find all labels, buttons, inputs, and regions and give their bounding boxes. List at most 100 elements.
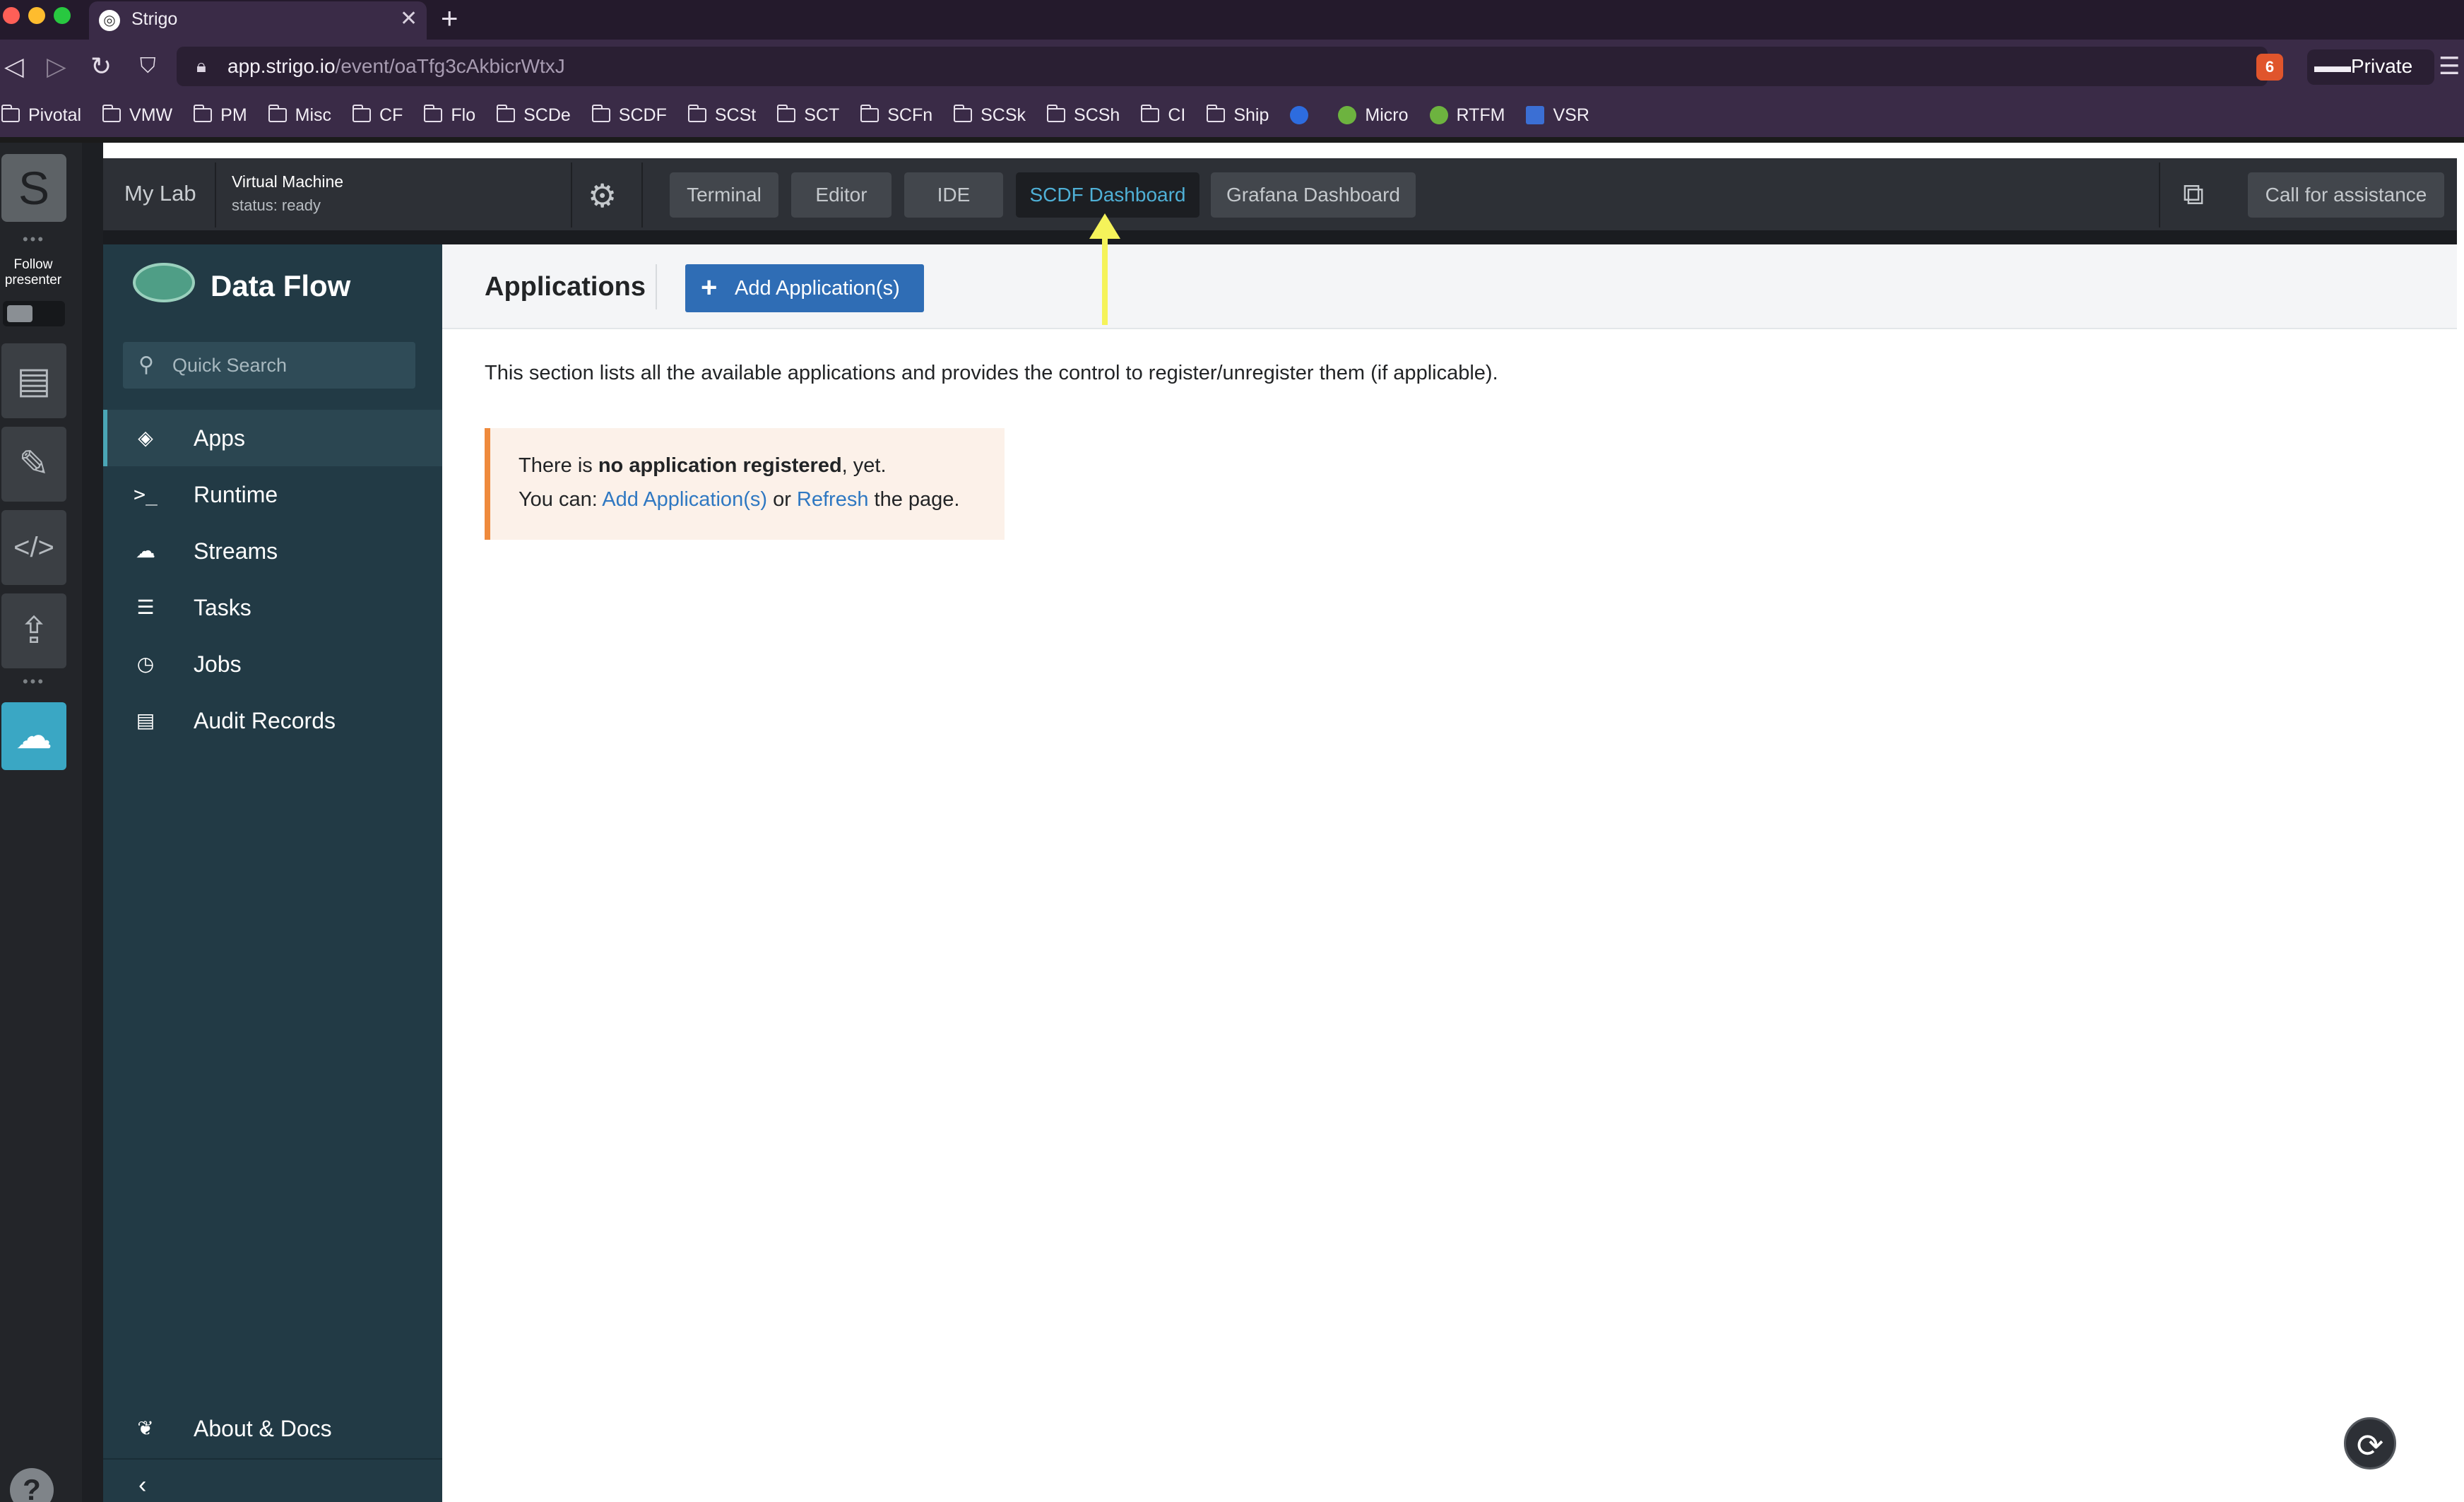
private-glasses-icon: ▬▬ <box>2314 55 2351 76</box>
bookmark-vsr[interactable]: VSR <box>1526 105 1589 126</box>
bookmark-scfn[interactable]: SCFn <box>860 105 932 126</box>
rail-code-button[interactable]: </> <box>1 510 66 585</box>
reload-icon[interactable]: ↻ <box>90 48 112 85</box>
tab-terminal[interactable]: Terminal <box>670 172 778 218</box>
tasks-icon: ☰ <box>136 596 155 618</box>
sidebar-item-label: Tasks <box>194 595 251 620</box>
vm-status: status: ready <box>232 196 321 214</box>
rail-pen-button[interactable]: ✎ <box>1 427 66 502</box>
avatar[interactable]: S <box>1 154 66 222</box>
rail-divider-dots: ••• <box>22 673 46 690</box>
forward-icon[interactable]: ▷ <box>47 48 66 85</box>
folder-icon <box>1207 105 1226 122</box>
bookmark-scdf[interactable]: SCDF <box>591 105 667 126</box>
bookmarks-bar: Pivotal VMW PM Misc CF Flo SCDe SCDF SCSt SCT SCFn… <box>0 93 2464 137</box>
tab-title: Strigo <box>131 9 178 29</box>
add-application-link[interactable]: Add Application(s) <box>602 488 767 511</box>
folder-icon <box>591 105 610 122</box>
sidebar-item-tasks[interactable]: ☰ Tasks <box>103 579 442 636</box>
strigo-favicon-icon: ◎ <box>99 10 120 31</box>
sidebar-item-runtime[interactable]: >_ Runtime <box>103 466 442 523</box>
bookmark-misc[interactable]: Misc <box>268 105 331 126</box>
lock-icon[interactable]: 🔒︎ <box>196 55 206 78</box>
bookmark-ci[interactable]: CI <box>1141 105 1185 126</box>
rail-divider-dots: ••• <box>22 230 46 248</box>
bookmark-scsk[interactable]: SCSk <box>954 105 1026 126</box>
add-application-button[interactable]: + Add Application(s) <box>685 264 924 312</box>
browser-menu-icon[interactable]: ☰ <box>2439 51 2460 82</box>
refresh-icon[interactable]: ⟳ <box>2344 1417 2396 1470</box>
leaf-icon: ❦ <box>137 1417 154 1439</box>
bookmark-flo[interactable]: Flo <box>424 105 475 126</box>
bookmark-label: Ship <box>1233 105 1269 125</box>
folder-icon <box>1047 105 1066 122</box>
sidebar-item-label: Audit Records <box>194 708 336 733</box>
terminal-icon: >_ <box>134 483 158 506</box>
window-close-button[interactable] <box>3 7 20 24</box>
bookmark-scsh[interactable]: SCSh <box>1047 105 1120 126</box>
refresh-link[interactable]: Refresh <box>797 488 869 511</box>
sidebar-item-label: Streams <box>194 538 278 564</box>
new-tab-button[interactable]: + <box>441 3 458 34</box>
my-lab-label[interactable]: My Lab <box>124 179 196 208</box>
annotation-arrow <box>1102 233 1108 325</box>
url-text[interactable]: app.strigo.io/event/oaTfg3cAkbicrWtxJ <box>227 52 565 81</box>
tab-editor[interactable]: Editor <box>791 172 892 218</box>
bookmark-clock[interactable] <box>1290 106 1317 124</box>
sidebar-item-about-docs[interactable]: ❦ About & Docs <box>103 1400 442 1457</box>
list-icon: ▤ <box>136 709 155 731</box>
toggle-knob <box>7 305 32 322</box>
toolbar-divider <box>571 162 572 227</box>
folder-icon <box>687 105 706 122</box>
call-for-assistance-button[interactable]: Call for assistance <box>2248 172 2444 218</box>
sidebar-item-audit-records[interactable]: ▤ Audit Records <box>103 692 442 749</box>
tab-grafana-dashboard[interactable]: Grafana Dashboard <box>1211 172 1416 218</box>
external-link-icon[interactable]: ⧉ <box>2183 177 2204 212</box>
window-minimize-button[interactable] <box>28 7 45 24</box>
brave-shields-icon[interactable]: 6 <box>2256 54 2283 81</box>
sidebar-item-label: Apps <box>194 425 245 451</box>
spring-dataflow-logo-icon <box>133 263 195 302</box>
bookmark-cf[interactable]: CF <box>353 105 403 126</box>
bookmark-scst[interactable]: SCSt <box>687 105 756 126</box>
tab-ide[interactable]: IDE <box>904 172 1003 218</box>
rail-screen-share-button[interactable]: ⇪ <box>1 593 66 668</box>
folder-icon <box>353 105 372 122</box>
bookmark-vmw[interactable]: VMW <box>102 105 172 126</box>
bookmark-micro[interactable]: Micro <box>1338 105 1409 126</box>
bookmark-label: Pivotal <box>28 105 82 125</box>
vmware-icon <box>1526 106 1545 124</box>
gear-icon[interactable]: ⚙ <box>588 178 617 213</box>
tags-icon: ◈ <box>138 427 153 449</box>
bookmark-pivotal[interactable]: Pivotal <box>1 105 81 126</box>
alert-emphasis: no application registered <box>598 454 842 477</box>
back-icon[interactable]: ◁ <box>4 48 24 85</box>
bookmark-scde[interactable]: SCDe <box>497 105 571 126</box>
bookmark-label: SCDe <box>523 105 571 125</box>
section-description: This section lists all the available app… <box>485 362 1498 384</box>
folder-icon <box>194 105 213 122</box>
window-zoom-button[interactable] <box>54 7 71 24</box>
tab-scdf-dashboard[interactable]: SCDF Dashboard <box>1016 172 1200 218</box>
bookmark-label: SCSh <box>1074 105 1120 125</box>
clock-icon <box>1290 106 1309 124</box>
rail-lab-button[interactable]: ☁ <box>1 702 66 770</box>
bookmark-icon[interactable]: ⛉ <box>140 48 156 85</box>
tab-close-icon[interactable]: ✕ <box>400 6 417 32</box>
folder-icon <box>777 105 796 122</box>
plus-icon: + <box>701 272 718 303</box>
toolbar-divider <box>215 162 216 227</box>
sidebar-item-apps[interactable]: ◈ Apps <box>103 410 442 466</box>
bookmark-ship[interactable]: Ship <box>1207 105 1269 126</box>
sidebar-item-streams[interactable]: ☁ Streams <box>103 523 442 579</box>
sidebar-item-jobs[interactable]: ◷ Jobs <box>103 636 442 692</box>
bookmark-rtfm[interactable]: RTFM <box>1429 105 1505 126</box>
rail-presentation-button[interactable]: ▤ <box>1 343 66 418</box>
add-application-label: Add Application(s) <box>735 277 900 300</box>
bookmark-sct[interactable]: SCT <box>777 105 839 126</box>
search-input[interactable] <box>172 348 405 383</box>
sidebar-item-label: About & Docs <box>194 1416 332 1441</box>
collapse-sidebar-icon[interactable]: ‹ <box>138 1471 146 1499</box>
sidebar-divider <box>103 1458 442 1460</box>
bookmark-pm[interactable]: PM <box>194 105 247 126</box>
